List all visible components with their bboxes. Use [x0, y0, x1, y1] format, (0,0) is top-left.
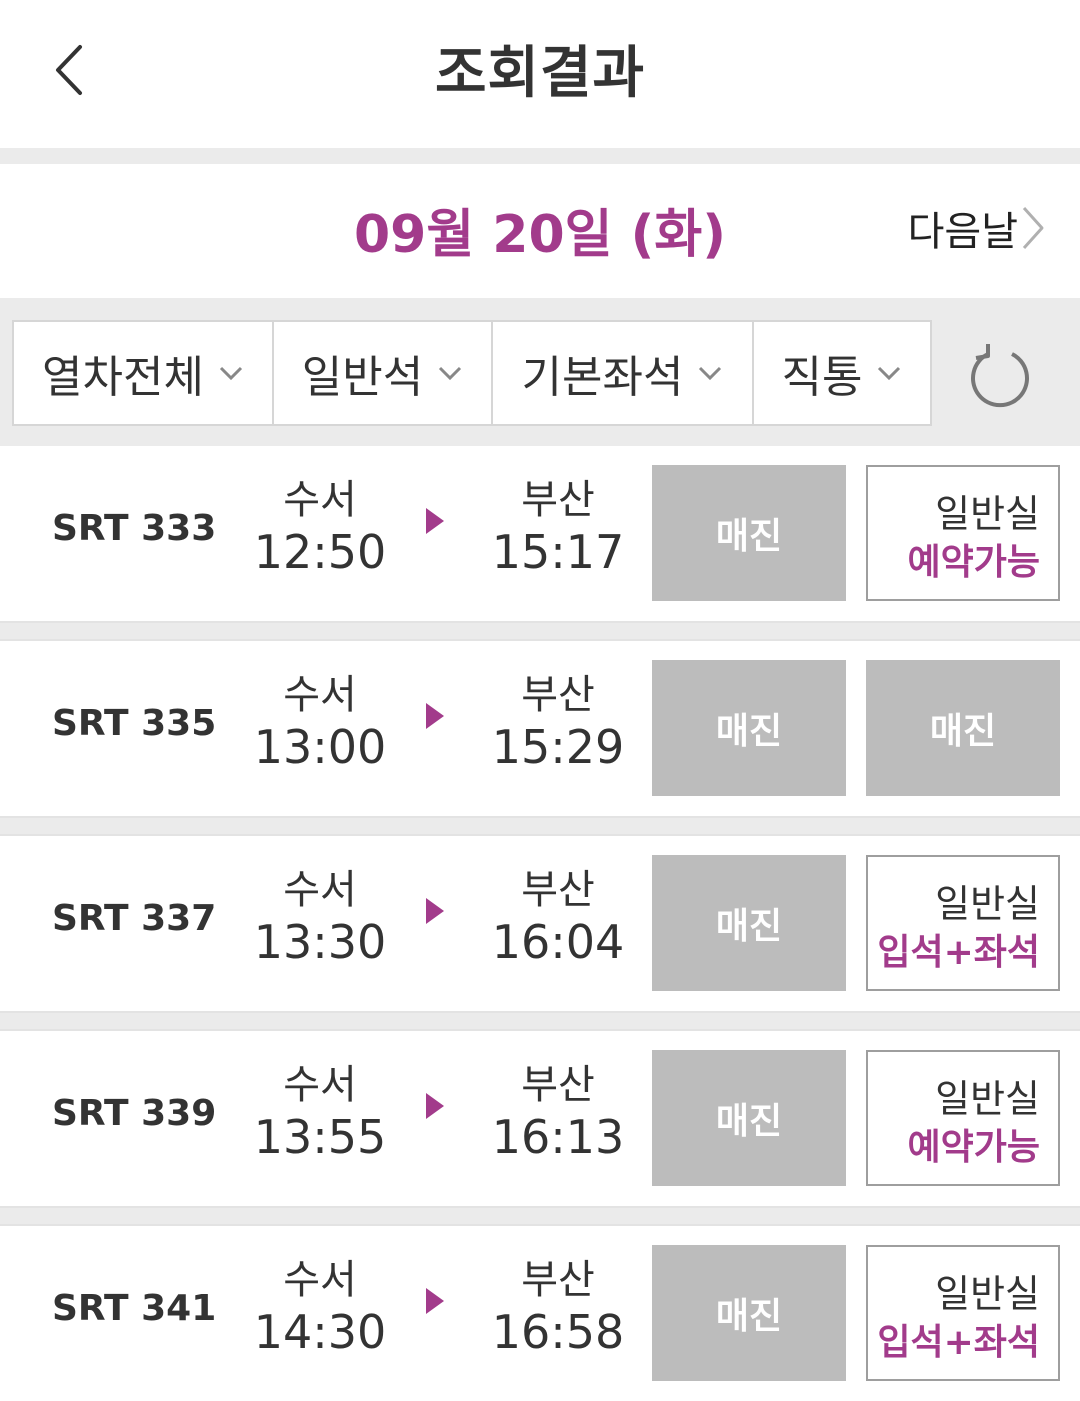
seat-class-label: 일반실 [935, 882, 1040, 926]
train-row: SRT 341 수서 14:30 부산 16:58 매진 일반실 입석+좌석 [0, 1226, 1080, 1401]
seat-availability-label: 예약가능 [907, 1127, 1040, 1168]
departure-time: 13:30 [253, 915, 387, 969]
filter-seat-type[interactable]: 기본좌석 [493, 322, 754, 424]
train-number: SRT 333 [52, 508, 217, 549]
departure: 수서 14:30 [240, 1256, 400, 1360]
soldout-label: 매진 [715, 906, 783, 947]
soldout-label: 매진 [715, 1296, 783, 1337]
train-row: SRT 339 수서 13:55 부산 16:13 매진 일반실 예약가능 [0, 1031, 1080, 1206]
arrival: 부산 15:17 [478, 476, 638, 580]
filter-bar: 열차전체 일반석 기본좌석 직통 [0, 298, 1080, 446]
row-divider [0, 1011, 1080, 1031]
seat-class-label: 일반실 [935, 1272, 1040, 1316]
next-day-button[interactable]: 다음날 [908, 200, 1046, 256]
arrow-right-icon [426, 1288, 444, 1314]
departure-station: 수서 [283, 867, 357, 913]
departure-station: 수서 [283, 477, 357, 523]
seat-class-label: 일반실 [935, 492, 1040, 536]
train-row: SRT 333 수서 12:50 부산 15:17 매진 일반실 예약가능 [0, 446, 1080, 621]
soldout-label: 매진 [715, 516, 783, 557]
departure-time: 13:55 [253, 1110, 387, 1164]
chevron-down-icon [878, 366, 901, 381]
special-seat-soldout-button[interactable]: 매진 [652, 855, 846, 991]
arrival: 부산 15:29 [478, 671, 638, 775]
filter-direct[interactable]: 직통 [754, 322, 930, 424]
divider [0, 148, 1080, 164]
seat-availability-label: 입석+좌석 [877, 1322, 1040, 1363]
app-header: 조회결과 [0, 0, 1080, 148]
seat-availability-label: 입석+좌석 [877, 932, 1040, 973]
departure-station: 수서 [283, 1257, 357, 1303]
general-seat-button[interactable]: 일반실 예약가능 [866, 1050, 1060, 1186]
chevron-right-icon [1022, 206, 1044, 250]
arrival-station: 부산 [521, 672, 595, 718]
special-seat-soldout-button[interactable]: 매진 [652, 660, 846, 796]
train-row: SRT 337 수서 13:30 부산 16:04 매진 일반실 입석+좌석 [0, 836, 1080, 1011]
arrival-station: 부산 [521, 867, 595, 913]
row-divider [0, 816, 1080, 836]
seat-class-label: 일반실 [935, 1077, 1040, 1121]
general-seat-button[interactable]: 일반실 입석+좌석 [866, 855, 1060, 991]
special-seat-soldout-button[interactable]: 매진 [652, 1245, 846, 1381]
general-seat-button[interactable]: 일반실 입석+좌석 [866, 1245, 1060, 1381]
next-day-label: 다음날 [907, 209, 1018, 255]
departure: 수서 13:00 [240, 671, 400, 775]
general-seat-soldout-button[interactable]: 매진 [866, 660, 1060, 796]
filter-label: 기본좌석 [521, 352, 684, 403]
arrival-station: 부산 [521, 1062, 595, 1108]
special-seat-soldout-button[interactable]: 매진 [652, 1050, 846, 1186]
chevron-down-icon [699, 366, 722, 381]
page-title: 조회결과 [434, 41, 646, 106]
filter-label: 직통 [781, 352, 863, 403]
soldout-label: 매진 [715, 1101, 783, 1142]
chevron-down-icon [219, 366, 243, 381]
arrow-right-icon [426, 508, 444, 534]
general-seat-button[interactable]: 일반실 예약가능 [866, 465, 1060, 601]
arrow-right-icon [426, 1093, 444, 1119]
arrival-station: 부산 [521, 1257, 595, 1303]
soldout-label: 매진 [715, 711, 783, 752]
filter-seat-class[interactable]: 일반석 [274, 322, 493, 424]
departure-station: 수서 [283, 672, 357, 718]
arrival-station: 부산 [521, 477, 595, 523]
arrival: 부산 16:58 [478, 1256, 638, 1360]
special-seat-soldout-button[interactable]: 매진 [652, 465, 846, 601]
train-number: SRT 341 [52, 1288, 217, 1329]
arrival: 부산 16:13 [478, 1061, 638, 1165]
train-number: SRT 337 [52, 898, 217, 939]
departure: 수서 13:30 [240, 866, 400, 970]
filter-group: 열차전체 일반석 기본좌석 직통 [12, 320, 932, 426]
filter-label: 열차전체 [42, 352, 204, 403]
train-row: SRT 335 수서 13:00 부산 15:29 매진 매진 [0, 641, 1080, 816]
departure-time: 14:30 [253, 1305, 387, 1359]
refresh-icon[interactable] [960, 338, 1040, 418]
departure: 수서 13:55 [240, 1061, 400, 1165]
row-divider [0, 621, 1080, 641]
filter-label: 일반석 [301, 352, 424, 403]
arrival: 부산 16:04 [478, 866, 638, 970]
departure-time: 12:50 [253, 525, 387, 579]
arrow-right-icon [426, 703, 444, 729]
arrival-time: 15:17 [491, 525, 625, 579]
arrival-time: 15:29 [491, 720, 625, 774]
train-number: SRT 339 [52, 1093, 217, 1134]
arrow-right-icon [426, 898, 444, 924]
chevron-down-icon [439, 366, 462, 381]
departure-time: 13:00 [253, 720, 387, 774]
departure: 수서 12:50 [240, 476, 400, 580]
soldout-label: 매진 [929, 711, 997, 752]
arrival-time: 16:13 [491, 1110, 625, 1164]
departure-station: 수서 [283, 1062, 357, 1108]
filter-train-type[interactable]: 열차전체 [14, 322, 274, 424]
date-bar: 09월 20일 (화) 다음날 [0, 164, 1080, 298]
train-number: SRT 335 [52, 703, 217, 744]
arrival-time: 16:04 [491, 915, 625, 969]
arrival-time: 16:58 [491, 1305, 625, 1359]
row-divider [0, 1206, 1080, 1226]
train-list: SRT 333 수서 12:50 부산 15:17 매진 일반실 예약가능 SR… [0, 446, 1080, 1401]
seat-availability-label: 예약가능 [907, 542, 1040, 583]
